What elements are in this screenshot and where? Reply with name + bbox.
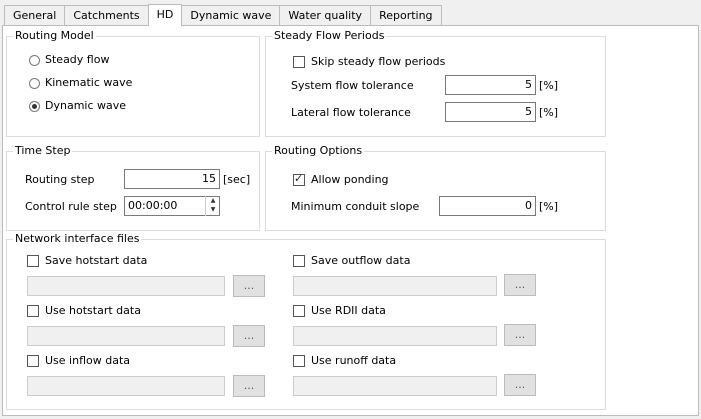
allow-ponding-checkbox[interactable]	[293, 172, 305, 186]
save-hotstart-browse-button[interactable]: ...	[233, 275, 265, 297]
use-inflow-checkbox[interactable]	[27, 355, 39, 367]
control-rule-spinner[interactable]: ▲ ▼	[205, 196, 220, 216]
routing-step-label: Routing step	[25, 173, 95, 186]
tab-hd[interactable]: HD	[147, 4, 183, 26]
routing-step-unit: [sec]	[223, 173, 251, 186]
lateral-tolerance-label: Lateral flow tolerance	[291, 106, 411, 119]
tab-catchments[interactable]: Catchments	[64, 5, 149, 25]
routing-options-group: Routing Options Allow ponding Minimum co…	[265, 144, 606, 231]
routing-model-group: Routing Model Steady flow Kinematic wave…	[6, 29, 260, 137]
min-conduit-slope-input[interactable]: 0	[439, 196, 536, 216]
use-inflow-label: Use inflow data	[45, 354, 131, 367]
skip-steady-flow-checkbox[interactable]	[293, 56, 305, 68]
system-tolerance-input[interactable]: 5	[445, 75, 536, 95]
network-interface-legend: Network interface files	[13, 232, 142, 246]
save-hotstart-label: Save hotstart data	[45, 254, 148, 267]
use-runoff-path	[293, 376, 497, 396]
control-rule-step-input[interactable]: 00:00:00 ▲ ▼	[124, 196, 220, 216]
steady-flow-label: Steady flow	[45, 53, 110, 66]
tab-general[interactable]: General	[4, 5, 66, 25]
routing-options-legend: Routing Options	[272, 144, 365, 158]
min-conduit-slope-label: Minimum conduit slope	[291, 200, 420, 213]
save-outflow-label: Save outflow data	[311, 254, 411, 267]
hd-panel: Routing Model Steady flow Kinematic wave…	[2, 25, 699, 416]
save-outflow-path	[293, 276, 497, 296]
dynamic-wave-label: Dynamic wave	[45, 99, 127, 112]
use-inflow-browse-button[interactable]: ...	[233, 375, 265, 397]
use-hotstart-path	[27, 326, 225, 346]
use-hotstart-label: Use hotstart data	[45, 304, 141, 317]
use-hotstart-browse-button[interactable]: ...	[233, 325, 265, 347]
steady-flow-group: Steady Flow Periods Skip steady flow per…	[265, 29, 606, 137]
lateral-tolerance-input[interactable]: 5	[445, 102, 536, 122]
tab-water-quality[interactable]: Water quality	[279, 5, 372, 25]
use-runoff-label: Use runoff data	[311, 354, 397, 367]
system-tolerance-label: System flow tolerance	[291, 79, 414, 92]
save-outflow-checkbox[interactable]	[293, 255, 305, 267]
save-hotstart-checkbox[interactable]	[27, 255, 39, 267]
steady-flow-radio[interactable]	[29, 55, 40, 66]
use-rdii-checkbox[interactable]	[293, 305, 305, 317]
routing-model-legend: Routing Model	[13, 29, 96, 43]
save-hotstart-path	[27, 276, 225, 296]
use-rdii-label: Use RDII data	[311, 304, 386, 317]
network-interface-group: Network interface files Save hotstart da…	[6, 232, 606, 410]
spin-up-icon[interactable]: ▲	[206, 196, 220, 205]
control-rule-step-label: Control rule step	[25, 200, 117, 213]
control-rule-step-value: 00:00:00	[128, 199, 178, 212]
dynamic-wave-radio[interactable]	[29, 101, 40, 112]
save-outflow-browse-button[interactable]: ...	[504, 274, 536, 296]
use-rdii-path	[293, 326, 497, 346]
routing-step-input[interactable]: 15	[124, 169, 220, 189]
system-tolerance-unit: [%]	[539, 79, 559, 92]
steady-flow-legend: Steady Flow Periods	[272, 29, 387, 43]
spin-down-icon[interactable]: ▼	[206, 205, 220, 214]
skip-steady-flow-label: Skip steady flow periods	[311, 55, 446, 68]
tab-dynamic-wave[interactable]: Dynamic wave	[181, 5, 281, 25]
use-inflow-path	[27, 376, 225, 396]
tab-strip: General Catchments HD Dynamic wave Water…	[4, 4, 442, 26]
kinematic-wave-radio[interactable]	[29, 78, 40, 89]
use-hotstart-checkbox[interactable]	[27, 305, 39, 317]
time-step-group: Time Step Routing step 15 [sec] Control …	[6, 144, 260, 231]
allow-ponding-label: Allow ponding	[311, 173, 389, 186]
lateral-tolerance-unit: [%]	[539, 106, 559, 119]
min-conduit-slope-unit: [%]	[539, 200, 559, 213]
use-runoff-browse-button[interactable]: ...	[504, 374, 536, 396]
time-step-legend: Time Step	[13, 144, 73, 158]
use-rdii-browse-button[interactable]: ...	[504, 324, 536, 346]
kinematic-wave-label: Kinematic wave	[45, 76, 133, 89]
tab-reporting[interactable]: Reporting	[370, 5, 442, 25]
use-runoff-checkbox[interactable]	[293, 355, 305, 367]
